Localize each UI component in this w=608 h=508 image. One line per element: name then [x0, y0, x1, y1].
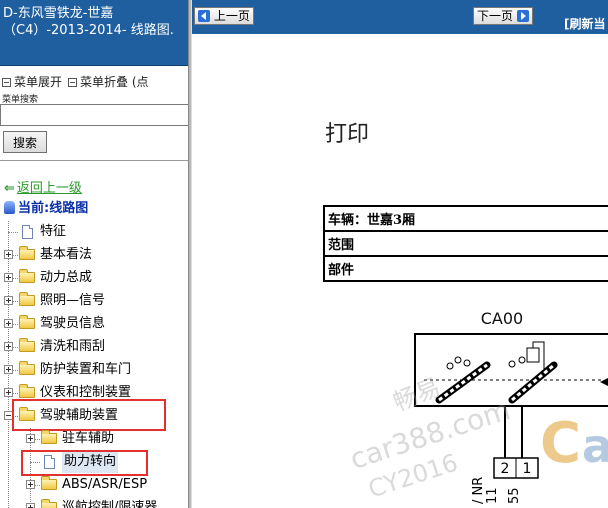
watermark-logo: C	[540, 411, 581, 476]
tree-item-label: 防护装置和车门	[40, 362, 132, 377]
highlight-box	[21, 450, 148, 476]
page-toolbar: 上一页 下一页 [刷新当	[192, 0, 608, 34]
table-row: 部件	[323, 255, 608, 282]
tree-item[interactable]: 驻车辅助	[0, 428, 188, 450]
refresh-link[interactable]: [刷新当	[564, 15, 606, 32]
expand-toggle-icon[interactable]	[4, 365, 13, 374]
contact	[446, 362, 454, 370]
tree-item[interactable]: 清洗和雨刮	[0, 336, 188, 358]
tree-item[interactable]: 照明—信号	[0, 290, 188, 312]
table-row: 范围	[323, 230, 608, 257]
folder-icon	[19, 292, 35, 306]
tree-item[interactable]: 基本看法	[0, 244, 188, 266]
tree-item-label: 驻车辅助	[62, 431, 115, 446]
tree-item[interactable]: 巡航控制/限速器	[0, 497, 188, 508]
expand-toggle-icon[interactable]	[26, 434, 35, 443]
menu-expand-link[interactable]: 菜单展开	[14, 75, 62, 89]
tree-item-label: 基本看法	[40, 247, 93, 262]
switch-left-stripe	[438, 363, 488, 402]
expand-toggle-icon[interactable]	[26, 503, 35, 508]
folder-icon	[41, 499, 57, 508]
current-location: 当前:线路图	[4, 197, 88, 216]
tree-item-label: ABS/ASR/ESP	[62, 477, 148, 492]
expand-toggle-icon[interactable]	[4, 250, 13, 259]
print-heading: 打印	[325, 122, 370, 147]
content-pane: 上一页 下一页 [刷新当 打印 车辆：世嘉3厢 范围 部件 CA00 2 1 1…	[192, 0, 608, 508]
tree-item[interactable]: ABS/ASR/ESP	[0, 474, 188, 496]
expand-toggle-icon[interactable]	[4, 319, 13, 328]
tree-item-label: 巡航控制/限速器	[62, 500, 158, 508]
table-cell: 车辆：世嘉3厢	[323, 205, 608, 232]
folder-icon	[19, 361, 35, 375]
folder-icon	[19, 246, 35, 260]
tree-item-label: 驾驶员信息	[40, 316, 106, 331]
next-page-label: 下一页	[477, 9, 514, 23]
menu-collapse-link[interactable]: 菜单折叠 (点	[80, 75, 149, 89]
table-cell: 范围	[323, 230, 608, 257]
search-input[interactable]	[0, 104, 188, 126]
back-arrow-icon: ⇐	[4, 181, 15, 196]
back-link[interactable]: 返回上一级	[17, 181, 82, 196]
vehicle-info-table: 车辆：世嘉3厢 范围 部件	[323, 205, 608, 282]
next-page-button[interactable]: 下一页	[473, 7, 533, 25]
folder-icon	[41, 476, 57, 490]
tree-item[interactable]: 助力转向	[0, 450, 188, 476]
tree-item[interactable]: 特征	[0, 221, 188, 243]
divider-line	[0, 160, 188, 161]
table-row: 车辆：世嘉3厢	[323, 205, 608, 232]
tree-item[interactable]: 驾驶员信息	[0, 313, 188, 335]
folder-icon	[19, 338, 35, 352]
contact	[508, 360, 516, 368]
document-title: D-东风雪铁龙-世嘉（C4）-2013-2014- 线路图.	[0, 0, 188, 66]
expand-toggle-icon[interactable]	[4, 296, 13, 305]
tree-item-label: 特征	[40, 224, 67, 239]
search-button[interactable]: 搜索	[3, 131, 47, 153]
prev-page-label: 上一页	[213, 9, 250, 23]
tree-item-label: 清洗和雨刮	[40, 339, 106, 354]
wire-label: 11	[485, 487, 500, 504]
tree-item[interactable]: 防护装置和车门	[0, 359, 188, 381]
terminal	[526, 347, 540, 363]
prev-page-button[interactable]: 上一页	[194, 7, 254, 25]
arrow-right-icon	[516, 10, 529, 22]
collapse-icon[interactable]	[68, 78, 78, 87]
tree-item-label: 照明—信号	[40, 293, 106, 308]
expand-toggle-icon[interactable]	[4, 342, 13, 351]
table-cell: 部件	[323, 255, 608, 282]
expand-toggle-icon[interactable]	[4, 388, 13, 397]
tree-line	[8, 232, 18, 233]
menu-pane: D-东风雪铁龙-世嘉（C4）-2013-2014- 线路图. 菜单展开 菜单折叠 …	[0, 0, 188, 508]
watermark-logo: a	[582, 419, 608, 473]
wire-label: / NR	[471, 477, 486, 504]
document-icon	[22, 225, 33, 239]
contact	[518, 356, 526, 364]
highlight-box	[12, 399, 166, 431]
tree-item[interactable]: 驾驶辅助装置	[0, 399, 188, 431]
folder-icon	[19, 384, 35, 398]
contact	[463, 359, 471, 367]
tree-item-label: 动力总成	[40, 270, 93, 285]
wire-label: 55	[507, 487, 522, 504]
contact	[454, 356, 462, 364]
pin-label: 2	[501, 461, 510, 477]
folder-icon	[19, 315, 35, 329]
expand-toggle-icon[interactable]	[26, 480, 35, 489]
arrow-left-icon	[198, 10, 210, 22]
tree-item[interactable]: 动力总成	[0, 267, 188, 289]
pin-label: 1	[523, 461, 532, 477]
expand-icon[interactable]	[2, 78, 11, 87]
component-label: CA00	[481, 309, 523, 328]
back-link-row[interactable]: ⇐ 返回上一级	[4, 177, 82, 196]
folder-icon	[41, 430, 57, 444]
current-label: 当前:线路图	[18, 201, 89, 216]
menu-controls: 菜单展开 菜单折叠 (点	[2, 73, 188, 90]
folder-icon	[19, 269, 35, 283]
arrow-icon	[600, 378, 608, 386]
expand-toggle-icon[interactable]	[4, 273, 13, 282]
location-icon	[4, 201, 15, 214]
